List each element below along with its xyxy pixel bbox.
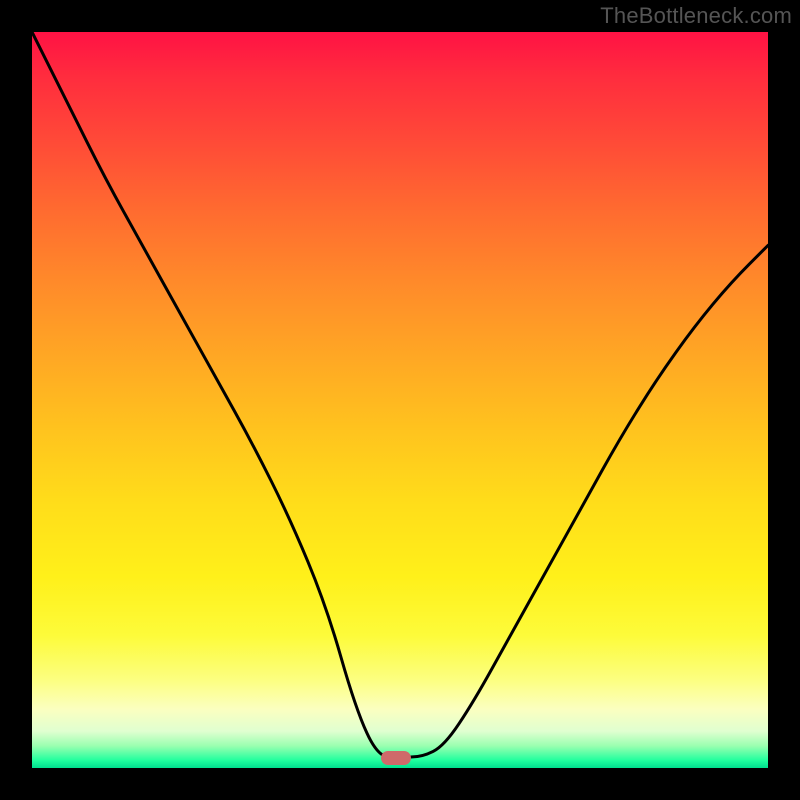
chart-frame: TheBottleneck.com <box>0 0 800 800</box>
optimum-marker <box>381 751 411 765</box>
curve-path <box>32 32 768 757</box>
watermark-text: TheBottleneck.com <box>600 3 792 29</box>
bottleneck-curve <box>32 32 768 768</box>
plot-area <box>32 32 768 768</box>
